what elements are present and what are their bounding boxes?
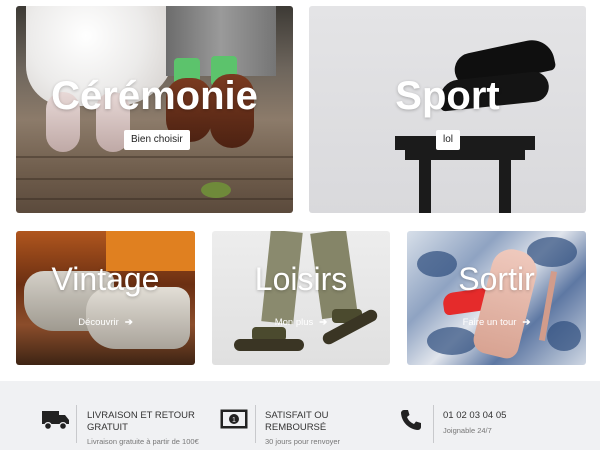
stool-image xyxy=(395,136,535,150)
feature-title: LIVRAISON ET RETOUR GRATUIT xyxy=(87,410,195,433)
arrow-right-icon: ➔ xyxy=(124,317,133,328)
feature-contact: 01 02 03 04 05 Joignable 24/7 xyxy=(400,381,600,450)
faire-un-tour-link[interactable]: Faire un tour ➔ xyxy=(407,317,586,328)
page: Cérémonie Bien choisir Sport lol Vintage… xyxy=(0,0,600,450)
feature-subtitle: 30 jours pour renvoyer xyxy=(265,437,341,446)
arrow-right-icon: ➔ xyxy=(522,317,531,328)
feature-title: SATISFAIT OU REMBOURSÉ xyxy=(265,410,329,433)
sandal-image xyxy=(234,339,304,351)
features-footer: LIVRAISON ET RETOUR GRATUIT Livraison gr… xyxy=(0,381,600,450)
lol-button[interactable]: lol xyxy=(436,130,461,150)
category-tile-loisirs[interactable]: Loisirs Mon plus ➔ xyxy=(212,231,390,365)
tile-title: Cérémonie xyxy=(51,74,258,118)
wood-plank-line xyxy=(16,198,293,200)
leaf-image xyxy=(201,182,231,198)
money-icon: 1 xyxy=(220,409,248,434)
category-tile-vintage[interactable]: Vintage Découvrir ➔ xyxy=(16,231,195,365)
wood-plank-line xyxy=(16,178,293,180)
phone-number: 01 02 03 04 05 xyxy=(443,410,507,421)
link-label: Découvrir xyxy=(78,317,119,328)
feature-subtitle: Livraison gratuite à partir de 100€ xyxy=(87,437,199,446)
phone-icon xyxy=(400,409,422,436)
tile-title: Vintage xyxy=(51,261,160,297)
divider xyxy=(255,405,256,443)
stool-image xyxy=(405,150,525,160)
category-tile-sortir[interactable]: Sortir Faire un tour ➔ xyxy=(407,231,586,365)
wood-plank-line xyxy=(16,156,293,158)
tile-title: Loisirs xyxy=(254,261,348,297)
feature-satisfaction: 1 SATISFAIT OU REMBOURSÉ 30 jours pour r… xyxy=(200,381,400,450)
arrow-right-icon: ➔ xyxy=(319,317,328,328)
truck-icon xyxy=(42,409,69,436)
divider xyxy=(76,405,77,443)
feature-delivery: LIVRAISON ET RETOUR GRATUIT Livraison gr… xyxy=(0,381,200,450)
mon-plus-link[interactable]: Mon plus ➔ xyxy=(212,317,390,328)
link-label: Faire un tour xyxy=(462,317,517,328)
feature-subtitle: Joignable 24/7 xyxy=(443,426,492,435)
stool-leg xyxy=(419,160,431,213)
pattern-blot xyxy=(427,327,477,355)
category-tile-ceremonie[interactable]: Cérémonie Bien choisir xyxy=(16,6,293,213)
tile-title: Sport xyxy=(395,74,500,118)
link-label: Mon plus xyxy=(274,317,314,328)
category-tile-sport[interactable]: Sport lol xyxy=(309,6,586,213)
bien-choisir-button[interactable]: Bien choisir xyxy=(124,130,190,150)
divider xyxy=(433,405,434,443)
tile-title: Sortir xyxy=(458,261,535,297)
stool-leg xyxy=(499,160,511,213)
decouvrir-link[interactable]: Découvrir ➔ xyxy=(16,317,195,328)
svg-text:1: 1 xyxy=(232,417,236,424)
